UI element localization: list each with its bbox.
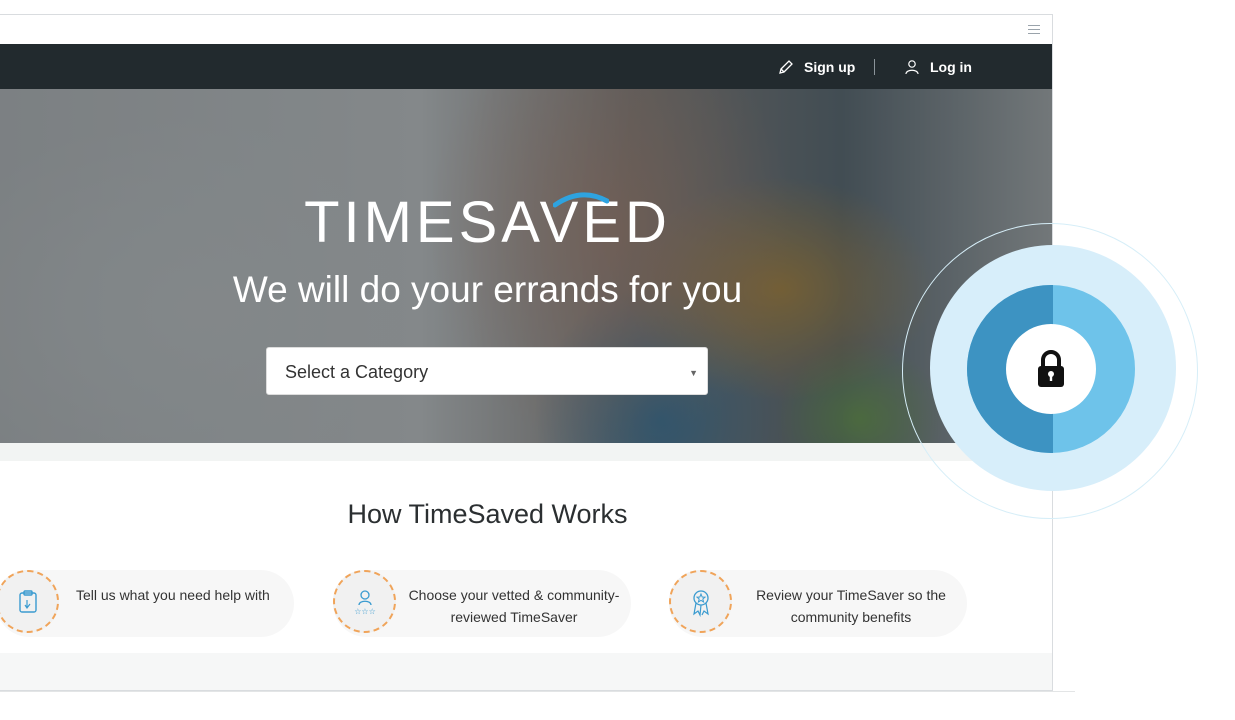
step-card-review: Review your TimeSaver so the community b… [669, 570, 967, 637]
category-select-value: Select a Category [285, 362, 429, 382]
top-navbar: Sign up Log in [0, 44, 1052, 89]
hamburger-menu-icon[interactable] [1028, 25, 1040, 35]
page-baseline [0, 691, 1075, 692]
hero-tagline: We will do your errands for you [232, 269, 743, 310]
lock-icon [1038, 350, 1064, 387]
dropdown-arrow-icon: ▼ [689, 368, 698, 378]
step-text: Choose your vetted & community-reviewed … [408, 587, 620, 625]
security-badge [1006, 324, 1096, 414]
svg-text:☆☆☆: ☆☆☆ [354, 607, 376, 616]
section-divider [0, 443, 1052, 461]
clipboard-icon [0, 570, 59, 633]
step-text: Review your TimeSaver so the community b… [756, 587, 946, 625]
log-in-link[interactable]: Log in [904, 44, 972, 89]
pencil-icon [779, 59, 793, 74]
how-it-works-title: How TimeSaved Works [347, 499, 628, 529]
hero-banner: TIMESAVED We will do your errands for yo… [0, 89, 1052, 443]
footer-area [0, 653, 1052, 690]
category-select[interactable]: Select a Category ▼ [266, 347, 708, 395]
timesaved-logo: TIMESAVED [304, 190, 671, 255]
nav-divider [874, 59, 875, 75]
sign-up-label: Sign up [804, 58, 856, 75]
user-icon [905, 59, 919, 74]
log-in-label: Log in [930, 58, 972, 75]
step-card-tell-us: Tell us what you need help with [0, 570, 294, 637]
browser-frame: Sign up Log in TIMESAVED We will do your… [0, 14, 1053, 691]
sign-up-link[interactable]: Sign up [778, 44, 855, 89]
step-card-choose: ☆☆☆ Choose your vetted & community-revie… [333, 570, 631, 637]
step-text: Tell us what you need help with [76, 587, 270, 603]
award-ribbon-icon [669, 570, 732, 633]
rated-person-icon: ☆☆☆ [333, 570, 396, 633]
logo-swoosh [553, 192, 609, 208]
browser-chrome-bar [0, 15, 1052, 44]
